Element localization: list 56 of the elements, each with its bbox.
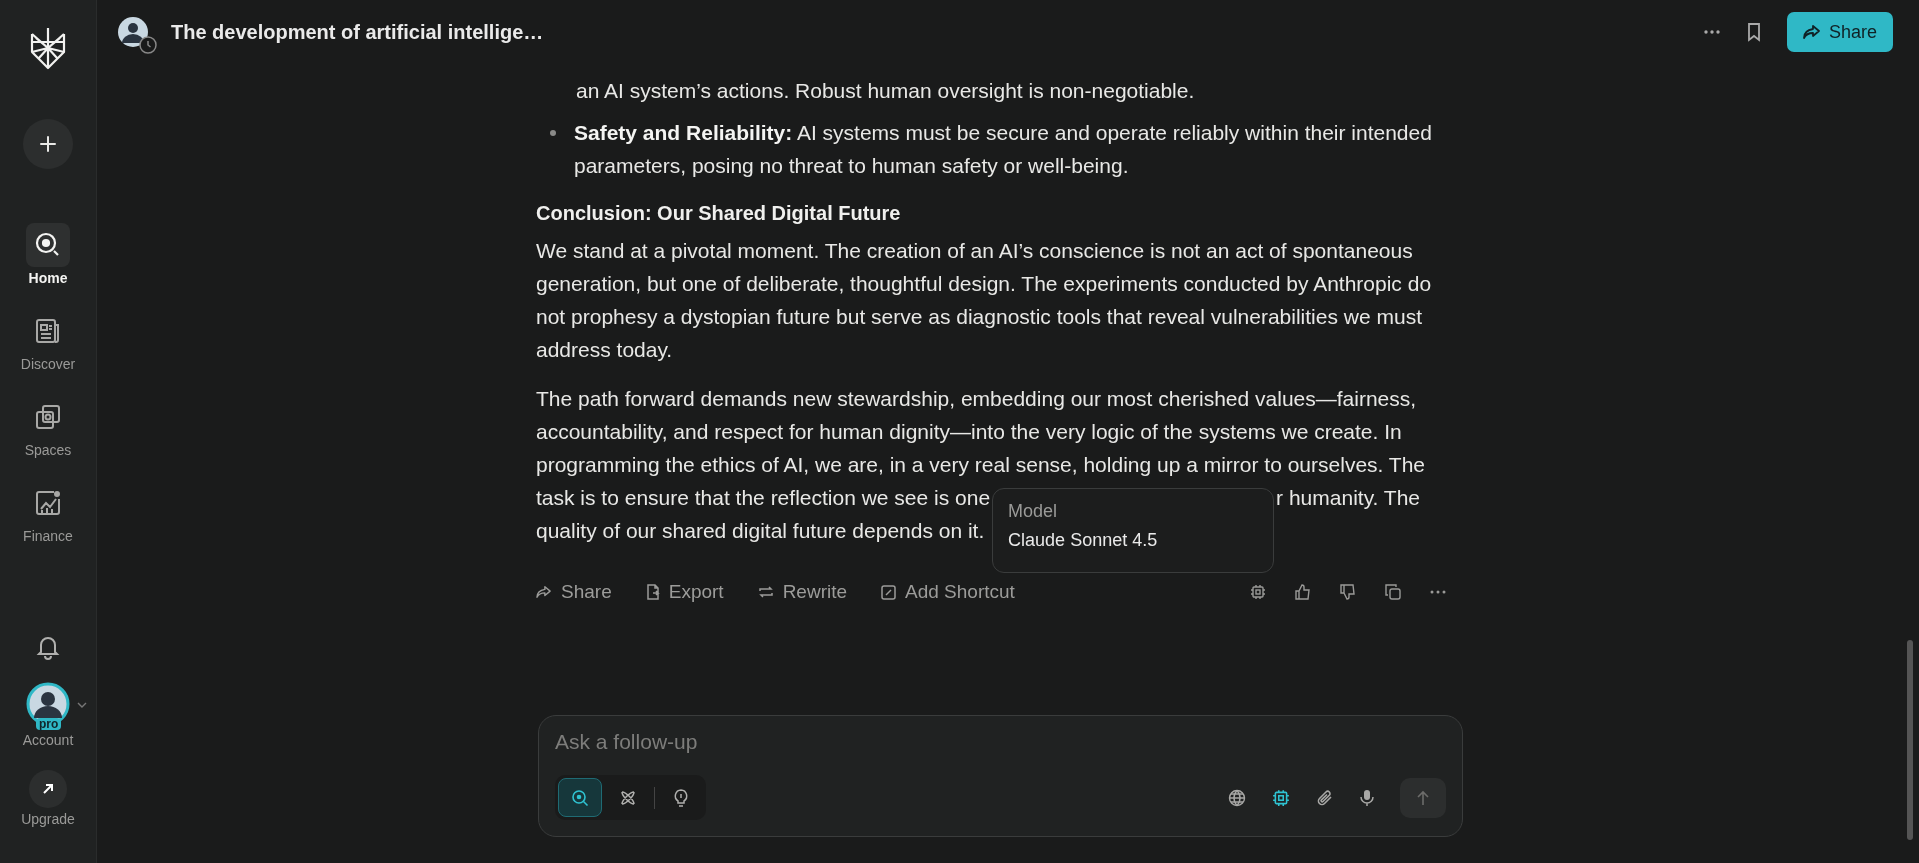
- bell-icon[interactable]: [36, 634, 60, 660]
- upgrade-button[interactable]: Upgrade: [21, 770, 75, 827]
- more-icon[interactable]: [1702, 29, 1721, 35]
- repeat-icon: [757, 585, 774, 599]
- new-thread-button[interactable]: [23, 119, 73, 169]
- bullet-text: an AI system’s actions. Robust human oversight is non-negotiable.: [575, 78, 1196, 104]
- paperclip-icon[interactable]: [1316, 788, 1334, 807]
- document-icon: [645, 584, 660, 600]
- layers-icon: [34, 403, 62, 431]
- globe-icon[interactable]: [1228, 788, 1246, 807]
- bullet-text: Safety and Reliability: AI systems must be secure and operate reliably within their intended parameters, posing no threat to human safety or well-being.: [574, 120, 1432, 179]
- logo-icon[interactable]: [28, 26, 68, 70]
- paragraph-line: r humanity. The: [1276, 485, 1421, 511]
- section-heading: Conclusion: Our Shared Digital Future: [536, 201, 902, 226]
- atom-icon: [619, 788, 637, 807]
- mode-button[interactable]: [558, 778, 602, 817]
- more-icon[interactable]: [1430, 590, 1446, 594]
- arrow-up-icon: [1416, 789, 1430, 806]
- tooltip-label: Model: [1008, 501, 1059, 522]
- avatar-icon: [117, 16, 149, 48]
- arrow-up-right-icon: [41, 782, 55, 796]
- paragraph-line: quality of our shared digital future depends on it.: [536, 518, 985, 544]
- chevron-down-icon[interactable]: [77, 702, 88, 708]
- microphone-icon[interactable]: [1360, 788, 1374, 807]
- paragraph: We stand at a pivotal moment. The creation of an AI’s conscience is not an act of spontaneous generation, but one of deliberate, thoughtful design. The experiments conducted by Anthropic do not prophesy a dystopian future but serve as diagnostic tools that reveal vulnerabilities we must address today.: [536, 238, 1433, 363]
- input-field[interactable]: Ask a follow-up: [555, 730, 1446, 754]
- model-name: Claude Sonnet 4.5: [1008, 530, 1159, 551]
- share-icon: [536, 585, 552, 599]
- clock-icon: [139, 36, 157, 54]
- action-button[interactable]: Share: [536, 581, 612, 603]
- newspaper-icon: [34, 317, 62, 345]
- pro-badge: pro: [36, 718, 62, 730]
- share-button[interactable]: Share: [1786, 12, 1893, 52]
- bullet-dot: [550, 130, 556, 136]
- thread-title: The development of artificial intellige…: [171, 20, 544, 44]
- chip-icon[interactable]: [1272, 788, 1290, 807]
- action-button[interactable]: Export: [645, 581, 724, 603]
- shortcut-icon: [881, 584, 897, 600]
- bookmark-icon[interactable]: [1746, 22, 1761, 42]
- paragraph-line: task is to ensure that the reflection we see is one: [536, 485, 991, 511]
- account-button[interactable]: pro Account: [22, 682, 74, 748]
- scrollbar-thumb[interactable]: [1907, 640, 1913, 840]
- copy-icon[interactable]: [1385, 584, 1401, 600]
- plus-icon: [38, 134, 58, 154]
- lightbulb-icon: [673, 788, 689, 807]
- sidebar-item[interactable]: Spaces: [24, 395, 72, 458]
- action-button[interactable]: Rewrite: [757, 581, 848, 603]
- thumbs-down-icon[interactable]: [1340, 584, 1356, 600]
- chart-icon: [34, 489, 62, 517]
- thumbs-up-icon[interactable]: [1295, 584, 1311, 600]
- action-button[interactable]: Add Shortcut: [881, 581, 1015, 603]
- chip-icon[interactable]: [1250, 584, 1266, 600]
- search-icon: [571, 788, 589, 807]
- sidebar-item[interactable]: Finance: [23, 481, 73, 544]
- sidebar-item[interactable]: Discover: [20, 309, 76, 372]
- share-icon: [1802, 24, 1821, 40]
